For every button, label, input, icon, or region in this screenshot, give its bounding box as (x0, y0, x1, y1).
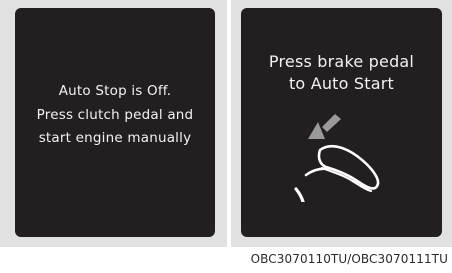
figure-code-caption: OBC3070110TU/OBC3070111TU (250, 252, 448, 266)
message-line-2: to Auto Start (288, 74, 395, 93)
press-arrow-icon (308, 114, 341, 139)
message-line-1: Auto Stop is Off. (58, 83, 172, 99)
shoe-icon (317, 144, 380, 190)
sole-line (320, 166, 373, 193)
press-brake-message: Press brake pedal to Auto Start (241, 51, 442, 95)
left-cluster-display: Auto Stop is Off. Press clutch pedal and… (15, 8, 215, 237)
message-line-2: Press clutch pedal and (36, 106, 194, 123)
figure: Auto Stop is Off. Press clutch pedal and… (0, 0, 452, 273)
pedal-pad (304, 167, 331, 177)
foot-on-brake-pedal-icon (294, 114, 380, 202)
right-cluster-display: Press brake pedal to Auto Start (241, 8, 442, 237)
message-line-1: Press brake pedal (268, 52, 415, 71)
message-line-3: start engine manually (38, 130, 192, 146)
auto-stop-off-message: Auto Stop is Off. Press clutch pedal and… (15, 80, 215, 151)
pedal-arm (294, 187, 305, 202)
